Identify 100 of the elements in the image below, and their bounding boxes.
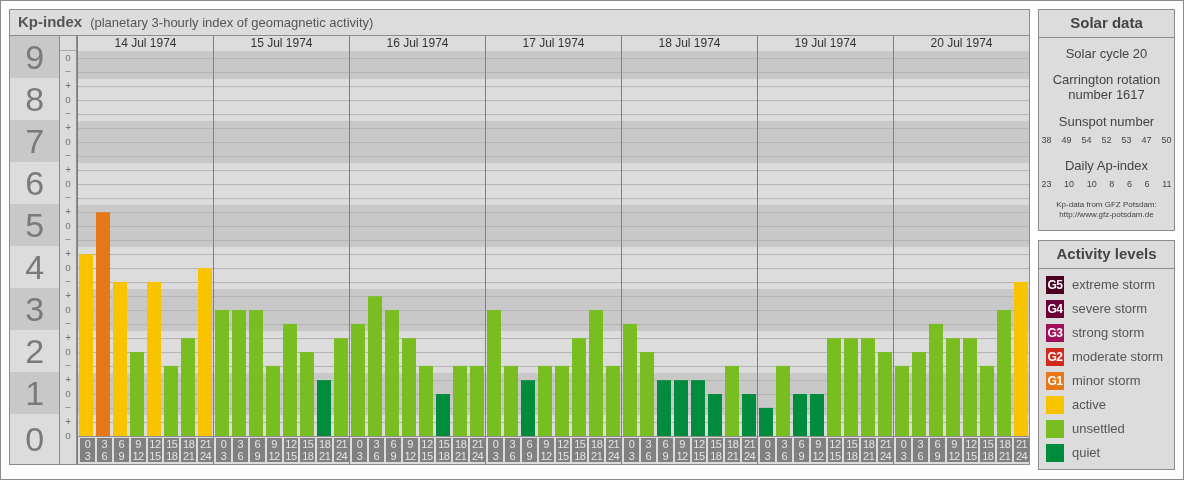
sunspot-value: 49	[1061, 134, 1072, 147]
kp-bar	[436, 394, 450, 436]
minor-tick-label: o	[64, 261, 72, 275]
level-label: quiet	[1072, 444, 1101, 463]
time-slot-label: 15 18	[164, 438, 180, 462]
time-slot-label: 6 9	[249, 438, 265, 462]
minor-tick-label: −	[64, 233, 73, 247]
time-slot-label: 15 18	[844, 438, 860, 462]
minor-tick-label: o	[64, 219, 72, 233]
minor-tick-label: −	[64, 317, 73, 331]
time-slot-label: 3 6	[912, 438, 928, 462]
time-slot-label: 12 15	[963, 438, 979, 462]
kp-level-label: 9	[10, 36, 60, 78]
source-url: http://www.gfz-potsdam.de	[1059, 209, 1154, 220]
minor-tick-label: −	[64, 359, 73, 373]
sunspot-value: 47	[1141, 134, 1152, 147]
minor-tick-label: +	[64, 289, 73, 303]
time-slot-label: 9 12	[674, 438, 690, 462]
minor-tick-label: o	[64, 345, 72, 359]
time-slot-label: 6 9	[113, 438, 129, 462]
time-slot-label: 0 3	[896, 438, 911, 462]
level-badge: G5	[1046, 276, 1064, 294]
time-slot-label: 21 24	[198, 438, 213, 462]
minor-tick-label: −	[64, 401, 73, 415]
time-slot-label: 9 12	[402, 438, 418, 462]
time-slot-label: 21 24	[470, 438, 485, 462]
panel-title: Solar data	[1039, 10, 1174, 38]
level-label: moderate storm	[1072, 348, 1164, 367]
time-slot-label: 6 9	[521, 438, 537, 462]
level-label: strong storm	[1072, 324, 1145, 343]
kp-bar	[708, 394, 722, 436]
time-slot-label: 9 12	[266, 438, 282, 462]
time-slot-label: 15 18	[980, 438, 996, 462]
time-slot-label: 9 12	[946, 438, 962, 462]
time-slot-label: 6 9	[657, 438, 673, 462]
minor-tick-label: +	[64, 373, 73, 387]
minor-tick-label: −	[64, 275, 73, 289]
time-slot-label: 21 24	[606, 438, 621, 462]
minor-tick-label: o	[64, 303, 72, 317]
sunspot-value: 53	[1121, 134, 1132, 147]
ap-index-value: 23	[1041, 178, 1052, 191]
minor-tick-label: −	[64, 107, 73, 121]
time-slot-label: 9 12	[130, 438, 146, 462]
kp-bar	[895, 365, 909, 436]
time-slot-label: 0 3	[624, 438, 639, 462]
time-slot-label: 18 21	[861, 438, 877, 462]
time-slot-label: 18 21	[181, 438, 197, 462]
level-label: extreme storm	[1072, 276, 1156, 295]
kp-bar	[470, 365, 484, 436]
time-slot-label: 15 18	[572, 438, 588, 462]
time-slot-label: 12 15	[555, 438, 571, 462]
kp-bar	[164, 365, 178, 436]
level-label: minor storm	[1072, 372, 1141, 391]
kp-level-label: 5	[10, 204, 60, 246]
ap-index-value: 11	[1162, 178, 1172, 191]
kp-bar	[759, 407, 773, 436]
time-slot-label: 12 15	[691, 438, 707, 462]
level-badge: G2	[1046, 348, 1064, 366]
time-slot-label: 3 6	[232, 438, 248, 462]
kp-bar	[776, 365, 790, 436]
time-slot-label: 6 9	[385, 438, 401, 462]
time-slot-label: 3 6	[96, 438, 112, 462]
time-slot-label: 15 18	[436, 438, 452, 462]
time-slot-label: 18 21	[997, 438, 1013, 462]
minor-tick-label: o	[64, 387, 72, 401]
time-slot-label: 18 21	[589, 438, 605, 462]
level-badge: G3	[1046, 324, 1064, 342]
ap-index-value: 8	[1109, 178, 1115, 191]
minor-tick-label: +	[64, 331, 73, 345]
sunspot-value: 52	[1101, 134, 1112, 147]
time-slot-label: 3 6	[368, 438, 384, 462]
time-slot-label: 12 15	[147, 438, 163, 462]
time-slot-label: 21 24	[742, 438, 757, 462]
minor-tick-label: +	[64, 163, 73, 177]
minor-tick-label: −	[64, 191, 73, 205]
level-label: severe storm	[1072, 300, 1148, 319]
minor-tick-label: +	[64, 415, 73, 429]
time-slot-label: 0 3	[488, 438, 503, 462]
source-note: Kp-data from GFZ Potsdam:	[1056, 199, 1157, 210]
kp-bar	[419, 365, 433, 436]
time-slot-label: 18 21	[453, 438, 469, 462]
sunspot-label: Sunspot number	[1058, 112, 1155, 131]
minor-tick-label: o	[64, 135, 72, 149]
minor-tick-label: +	[64, 247, 73, 261]
kp-level-label: 1	[10, 372, 60, 414]
time-slot-label: 15 18	[708, 438, 724, 462]
kp-bar	[453, 365, 467, 436]
level-badge: G1	[1046, 372, 1064, 390]
kp-bar	[674, 380, 688, 436]
ap-index-value: 6	[1144, 178, 1150, 191]
kp-level-label: 7	[10, 120, 60, 162]
time-slot-label: 18 21	[725, 438, 741, 462]
solar-cycle: Solar cycle 20	[1065, 45, 1148, 63]
sunspot-value: 38	[1041, 134, 1052, 147]
minor-tick-label: −	[64, 65, 73, 79]
carrington-rotation: Carrington rotation number 1617	[1051, 71, 1162, 102]
panel-title: Kp-index	[18, 12, 83, 33]
time-slot-label: 15 18	[300, 438, 316, 462]
time-slot-label: 9 12	[538, 438, 554, 462]
kp-bar	[725, 365, 739, 436]
